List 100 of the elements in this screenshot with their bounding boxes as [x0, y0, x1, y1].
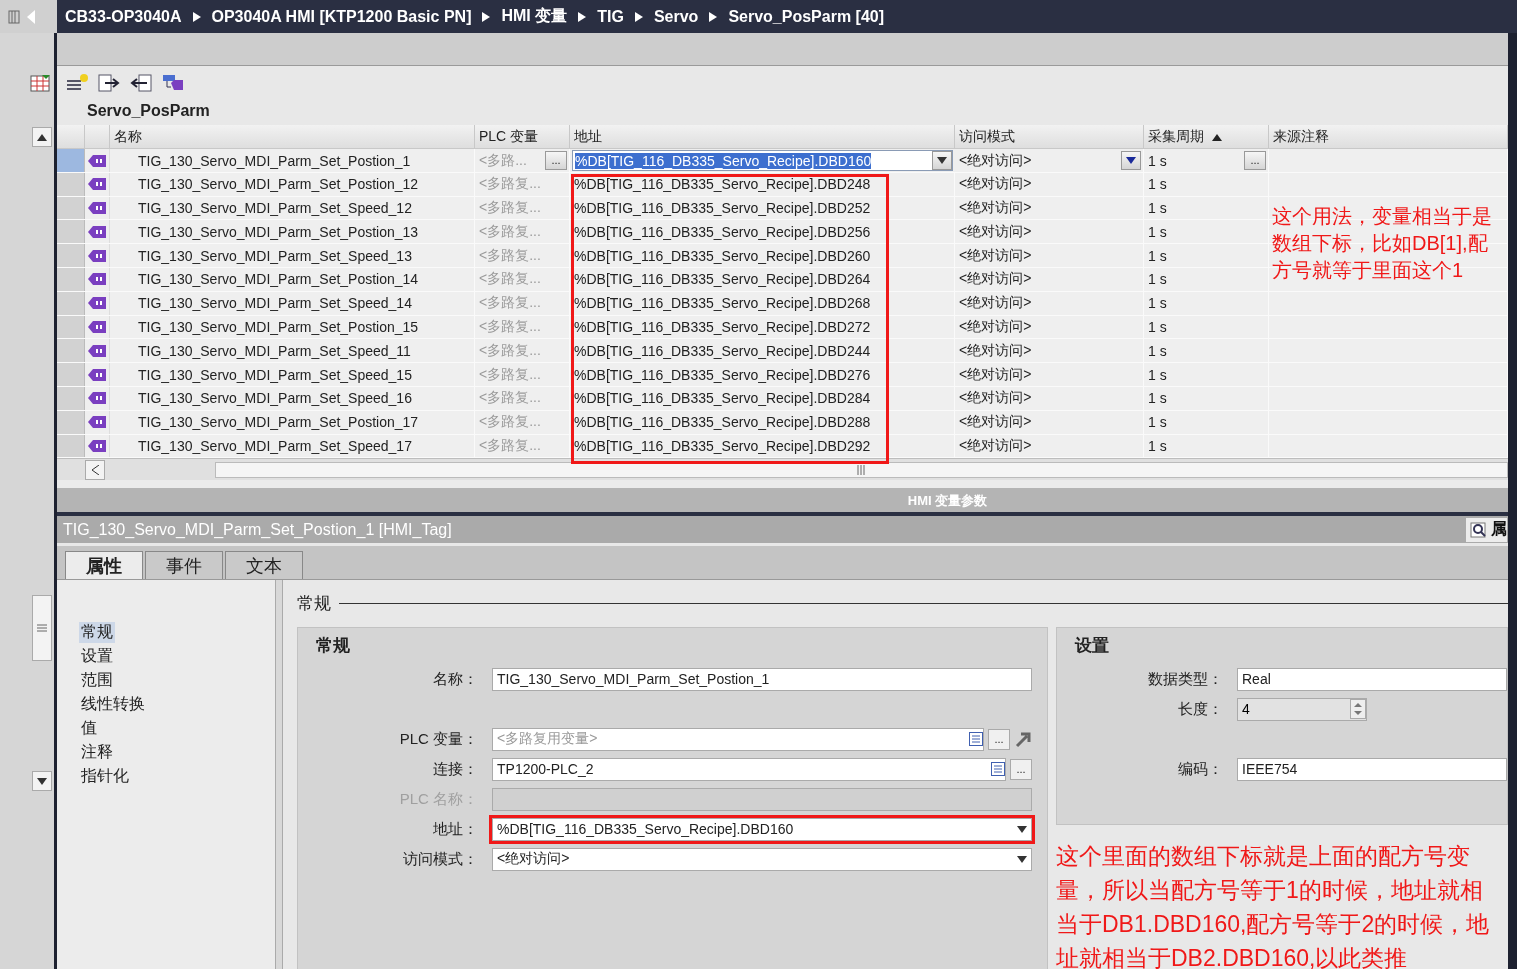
nav-item[interactable]: 指针化: [79, 765, 131, 787]
table-cell: <绝对访问>: [955, 386, 1144, 410]
tag-icon: [88, 154, 106, 167]
browse-button[interactable]: ...: [1010, 758, 1032, 780]
row-header[interactable]: [57, 149, 85, 172]
caret-up-icon: [37, 133, 47, 141]
jump-arrow-icon[interactable]: [1014, 730, 1032, 749]
row-header[interactable]: [57, 196, 85, 220]
table-cell: <多路复...: [475, 172, 570, 196]
table-cell: 1 s: [1144, 172, 1269, 196]
table-cell: <绝对访问>: [955, 268, 1144, 291]
tag-icon: [88, 178, 106, 191]
table-cell: 1 s: [1144, 315, 1269, 339]
inspector-title: TIG_130_Servo_MDI_Parm_Set_Postion_1 [HMI_Tag]: [63, 520, 452, 539]
dropdown-button[interactable]: [1121, 151, 1141, 170]
scrollbar-thumb[interactable]: [32, 595, 52, 661]
table-cell: 1 s: [1144, 220, 1269, 244]
text-field[interactable]: TIG_130_Servo_MDI_Parm_Set_Postion_1: [492, 667, 1032, 691]
nav-item[interactable]: 设置: [79, 645, 115, 667]
scroll-up-button[interactable]: [32, 127, 52, 147]
breadcrumb-item[interactable]: Servo: [653, 7, 699, 26]
row-header[interactable]: [57, 363, 85, 386]
tab[interactable]: 文本: [225, 551, 303, 580]
table-cell: 1 s: [1144, 268, 1269, 291]
table-cell: <多路复...: [475, 434, 570, 458]
scrollbar-thumb[interactable]: [215, 461, 1508, 478]
row-header[interactable]: [57, 244, 85, 267]
picker-field[interactable]: TP1200-PLC_2: [492, 757, 1006, 781]
text-field[interactable]: Real: [1237, 667, 1507, 691]
table-icon[interactable]: [30, 73, 52, 93]
spinner-field[interactable]: 4: [1237, 697, 1367, 721]
import-icon[interactable]: [129, 72, 153, 93]
tag-icon: [88, 225, 106, 238]
table-cell: TIG_130_Servo_MDI_Parm_Set_Speed_11: [110, 339, 475, 363]
table-cell: <绝对访问>: [955, 315, 1144, 339]
nav-item[interactable]: 线性转换: [79, 693, 147, 715]
nav-item[interactable]: 值: [79, 717, 99, 739]
dropdown-field[interactable]: <绝对访问>: [492, 847, 1032, 871]
address-dropdown[interactable]: %DB[TIG_116_DB335_Servo_Recipe].DBD160: [572, 150, 953, 171]
panel-icon[interactable]: [8, 9, 20, 24]
row-header[interactable]: [57, 410, 85, 434]
table-cell: <绝对访问>: [955, 220, 1144, 244]
tag-group-icon[interactable]: [161, 72, 185, 93]
nav-item[interactable]: 常规: [79, 621, 115, 643]
tag-icon: [88, 320, 106, 333]
row-header[interactable]: [57, 386, 85, 410]
nav-item[interactable]: 范围: [79, 669, 115, 691]
tag-icon: [88, 392, 106, 405]
group-title: 设置: [1075, 635, 1110, 658]
tab[interactable]: 属性: [65, 551, 143, 580]
field-label: 地址：: [432, 819, 479, 839]
breadcrumb-item[interactable]: OP3040A HMI [KTP1200 Basic PN]: [211, 7, 472, 26]
table-cell: <多路复...: [475, 386, 570, 410]
breadcrumb-item[interactable]: Servo_PosParm [40]: [728, 7, 884, 26]
field-label: 数据类型：: [1147, 669, 1224, 689]
table-cell: TIG_130_Servo_MDI_Parm_Set_Postion_1: [110, 149, 475, 172]
breadcrumb-item[interactable]: HMI 变量: [501, 6, 568, 27]
row-header[interactable]: [57, 220, 85, 244]
editor-title: Servo_PosParm: [57, 99, 1508, 125]
table-cell: TIG_130_Servo_MDI_Parm_Set_Speed_17: [110, 434, 475, 458]
table-cell: 1 s: [1144, 363, 1269, 386]
side-tab[interactable]: 属: [1465, 516, 1508, 543]
scroll-down-button[interactable]: [32, 771, 52, 791]
table-cell: TIG_130_Servo_MDI_Parm_Set_Postion_13: [110, 220, 475, 244]
table-cell: TIG_130_Servo_MDI_Parm_Set_Postion_15: [110, 315, 475, 339]
table-cell: <绝对访问>: [955, 410, 1144, 434]
dropdown-button[interactable]: [932, 151, 952, 170]
text-field[interactable]: IEEE754: [1237, 757, 1507, 781]
dropdown-field[interactable]: %DB[TIG_116_DB335_Servo_Recipe].DBD160: [492, 817, 1032, 841]
table-cell: TIG_130_Servo_MDI_Parm_Set_Speed_15: [110, 363, 475, 386]
field-label: 访问模式：: [402, 849, 479, 869]
breadcrumb-item[interactable]: TIG: [597, 7, 624, 26]
row-header[interactable]: [57, 339, 85, 363]
scroll-left-button[interactable]: [85, 459, 105, 480]
row-header[interactable]: [57, 315, 85, 339]
caret-down-icon: [37, 777, 47, 785]
breadcrumb-item[interactable]: CB33-OP3040A: [65, 7, 182, 26]
spinner-arrows-icon[interactable]: [1350, 699, 1366, 720]
export-icon[interactable]: [97, 72, 121, 93]
pane-splitter[interactable]: [275, 580, 283, 969]
table-cell: <绝对访问>: [955, 434, 1144, 458]
table-cell: %DB[TIG_116_DB335_Servo_Recipe].DBD292: [570, 434, 955, 458]
separator-icon: [578, 11, 587, 22]
table-cell: <多路复...: [475, 291, 570, 315]
row-header[interactable]: [57, 291, 85, 315]
table-cell: %DB[TIG_116_DB335_Servo_Recipe].DBD260: [570, 244, 955, 267]
table-cell: %DB[TIG_116_DB335_Servo_Recipe].DBD284: [570, 386, 955, 410]
nav-item[interactable]: 注释: [79, 741, 115, 763]
table-cell: %DB[TIG_116_DB335_Servo_Recipe].DBD268: [570, 291, 955, 315]
row-header[interactable]: [57, 268, 85, 291]
tag-icon: [88, 273, 106, 286]
annotation-text: 这个用法，变量相当于是数组下标，比如DB[1],配方号就等于里面这个1: [1272, 204, 1493, 283]
browse-button[interactable]: ...: [545, 151, 567, 170]
table-cell: 1 s: [1148, 152, 1167, 169]
back-icon[interactable]: [26, 9, 36, 24]
browse-button[interactable]: ...: [988, 728, 1010, 750]
add-row-icon[interactable]: [65, 72, 89, 93]
tab[interactable]: 事件: [145, 551, 223, 580]
browse-button[interactable]: ...: [1244, 151, 1266, 170]
row-header[interactable]: [57, 172, 85, 196]
